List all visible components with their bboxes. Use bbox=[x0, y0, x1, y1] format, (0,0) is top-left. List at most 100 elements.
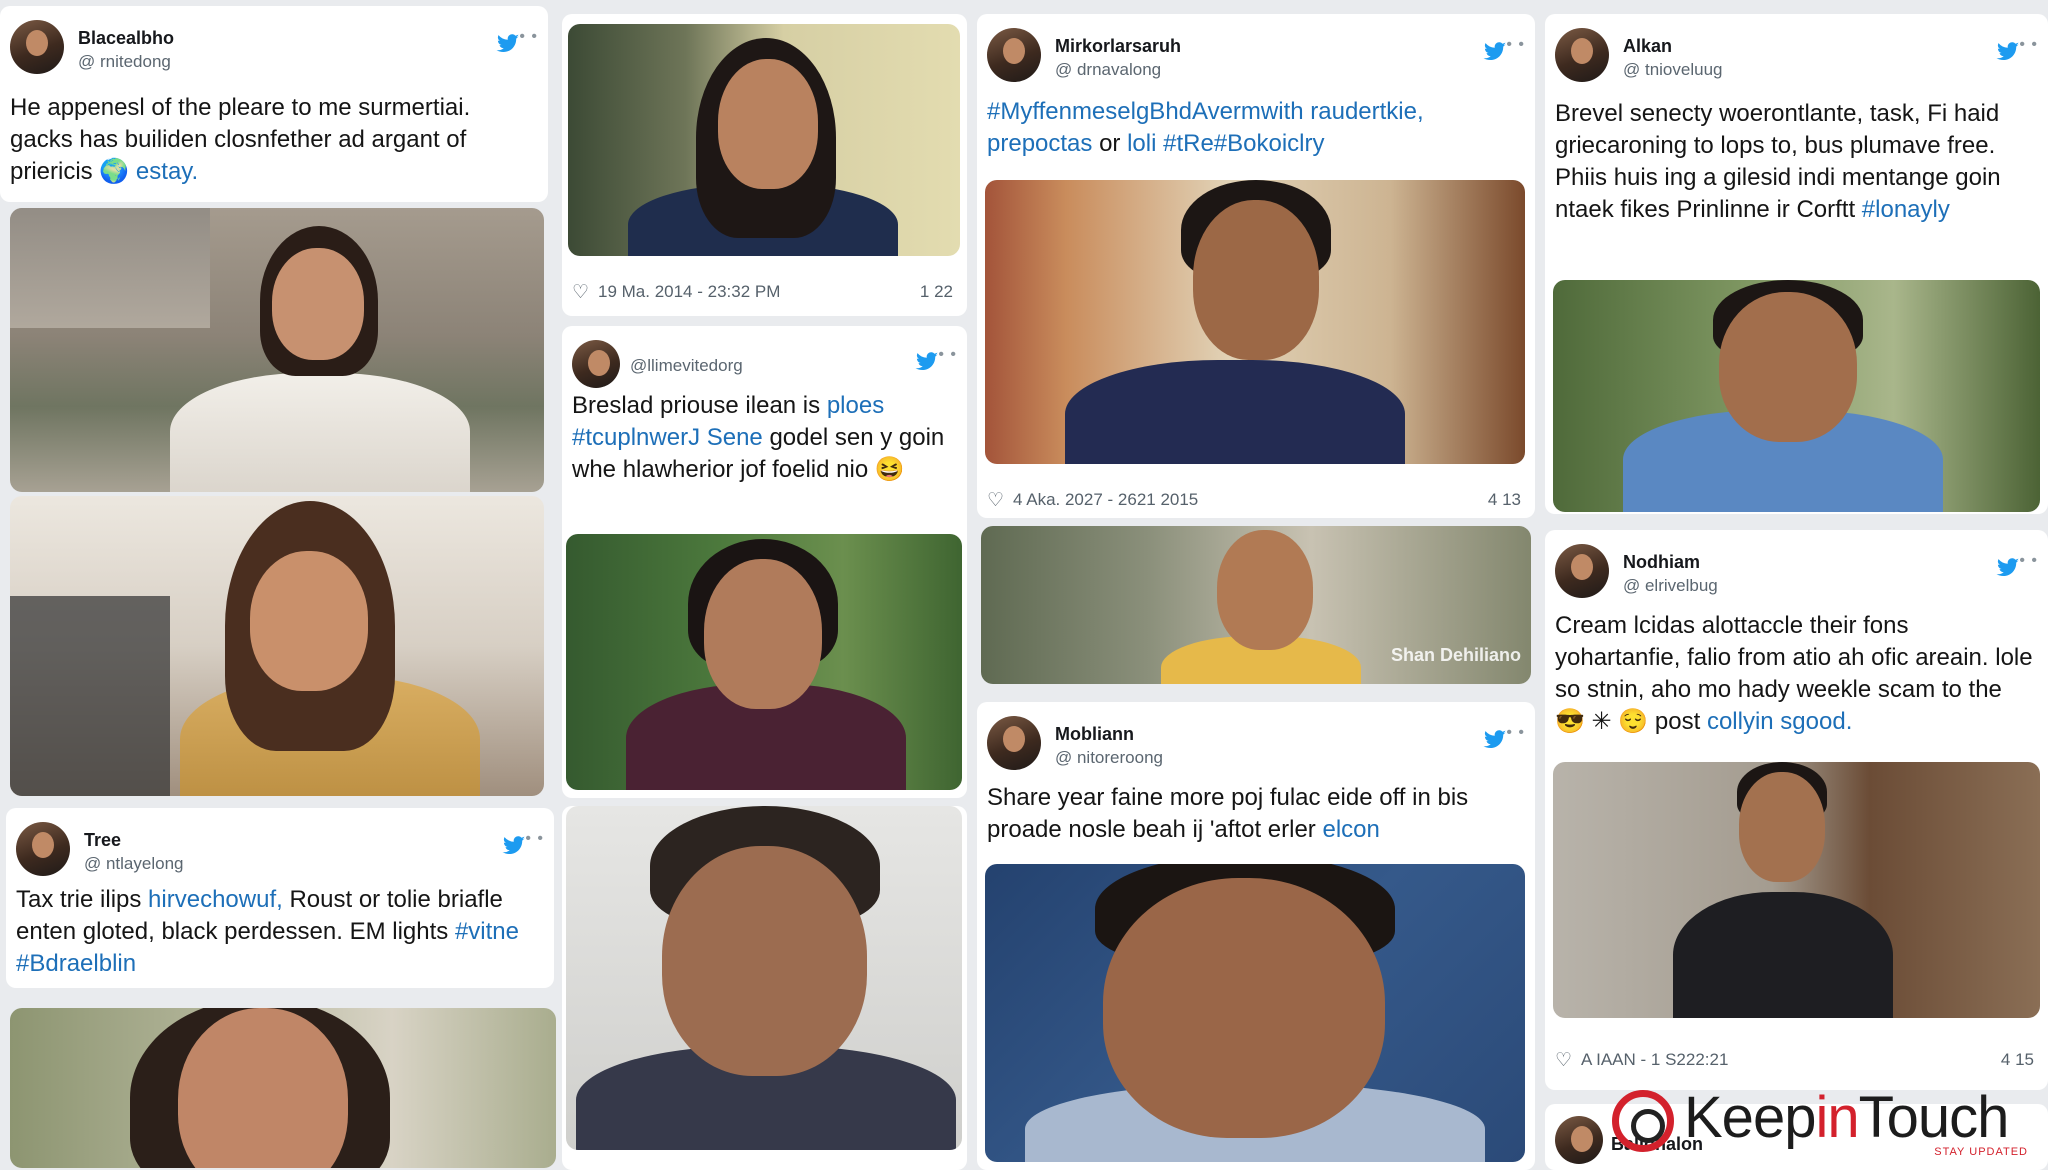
tweet-author-name[interactable]: Nodhiam bbox=[1623, 552, 1700, 573]
tweet-card[interactable]: Alkan @ tnioveluug • • Brevel senecty wo… bbox=[1545, 14, 2048, 514]
feed-column-2: ♡ 19 Ma. 2014 - 23:32 PM 1 22 @llimevite… bbox=[562, 0, 967, 1170]
avatar[interactable] bbox=[572, 340, 620, 388]
tweet-timestamp: 19 Ma. 2014 - 23:32 PM bbox=[598, 282, 781, 301]
emoji-icon: 😆 bbox=[874, 456, 905, 483]
tweet-card[interactable]: • • bbox=[562, 806, 967, 1170]
feed-column-4: Alkan @ tnioveluug • • Brevel senecty wo… bbox=[1545, 0, 2048, 1170]
tweet-text: #MyffenmeselgBhdAvermwith raudertkie, pr… bbox=[987, 96, 1523, 160]
tweet-timestamp: A IAAN - 1 S222:21 bbox=[1581, 1050, 1729, 1069]
more-options-icon[interactable]: • • bbox=[1506, 36, 1525, 54]
like-count: 1 22 bbox=[919, 282, 953, 301]
avatar[interactable] bbox=[16, 822, 70, 876]
tweet-author-name[interactable]: Blacealbho bbox=[78, 28, 174, 49]
tweet-photo[interactable] bbox=[10, 496, 544, 796]
brand-wordmark: KeepinTouch bbox=[1684, 1084, 2010, 1151]
tweet-text: Share year faine more poj fulac eide off… bbox=[987, 782, 1523, 846]
tweet-photo[interactable] bbox=[985, 864, 1525, 1162]
feed-column-3: Mirkorlarsaruh @ drnavalong • • #Myffenm… bbox=[977, 0, 1535, 1170]
hashtag-link[interactable]: collyin sgood. bbox=[1707, 708, 1852, 735]
tweet-author-name[interactable]: Tree bbox=[84, 830, 121, 851]
hashtag-link[interactable]: #lonayly bbox=[1862, 196, 1950, 223]
twitter-bird-icon bbox=[496, 34, 519, 53]
tweet-text: Brevel senecty woerontlante, task, Fi ha… bbox=[1555, 98, 2036, 226]
emoji-icon: 🌍 bbox=[99, 158, 130, 185]
tweet-author-handle[interactable]: @ rnitedong bbox=[78, 52, 171, 72]
tweet-author-handle[interactable]: @ ntlayelong bbox=[84, 854, 184, 874]
avatar[interactable] bbox=[987, 28, 1041, 82]
tweet-photo[interactable] bbox=[1553, 762, 2040, 1018]
tweet-author-handle[interactable]: @ elrivelbug bbox=[1623, 576, 1718, 596]
hashtag-link[interactable]: loli #tRe#Bokoiclry bbox=[1127, 130, 1324, 157]
tweet-author-handle[interactable]: @ nitoreroong bbox=[1055, 748, 1163, 768]
tweet-card[interactable]: Blacealbho @ rnitedong • • He appenesl o… bbox=[0, 6, 548, 202]
tweet-author-handle[interactable]: @llimevitedorg bbox=[630, 356, 743, 376]
tweet-text: He appenesl of the pleare to me surmerti… bbox=[10, 92, 536, 188]
tweet-card[interactable]: Tree @ ntlayelong • • Tax trie ilips hir… bbox=[6, 808, 554, 988]
twitter-bird-icon bbox=[1996, 42, 2019, 61]
avatar[interactable] bbox=[1555, 1116, 1603, 1164]
tweet-photo[interactable] bbox=[566, 806, 962, 1150]
more-options-icon[interactable]: • • bbox=[938, 346, 957, 364]
more-options-icon[interactable]: • • bbox=[2019, 552, 2038, 570]
emoji-icon: 😎 ✳ 😌 bbox=[1555, 708, 1649, 735]
tweet-card[interactable]: @llimevitedorg • • Breslad priouse ilean… bbox=[562, 326, 967, 798]
twitter-bird-icon bbox=[1483, 730, 1506, 749]
tweet-meta: ♡ 4 Aka. 2027 - 2621 2015 4 13 bbox=[987, 488, 1521, 514]
tweet-text-body: Share year faine more poj fulac eide off… bbox=[987, 784, 1469, 843]
tweet-text: Breslad priouse ilean is ploes #tcuplnwe… bbox=[572, 390, 955, 486]
more-options-icon[interactable]: • • bbox=[2019, 36, 2038, 54]
tweet-text-body: Tax trie ilips bbox=[16, 886, 142, 913]
brand-tagline: STAY UPDATED bbox=[1934, 1146, 2028, 1158]
tweet-meta: ♡ 19 Ma. 2014 - 23:32 PM 1 22 bbox=[572, 280, 953, 306]
tweet-author-handle[interactable]: @ drnavalong bbox=[1055, 60, 1161, 80]
tweet-author-handle[interactable]: @ tnioveluug bbox=[1623, 60, 1723, 80]
tweet-photo[interactable] bbox=[1553, 280, 2040, 512]
like-count: 4 13 bbox=[1487, 490, 1521, 509]
tweet-photo[interactable]: Shan Dehiliano bbox=[981, 526, 1531, 684]
tweet-photo[interactable] bbox=[568, 24, 960, 256]
like-icon[interactable]: ♡ bbox=[572, 281, 589, 304]
twitter-bird-icon bbox=[1996, 558, 2019, 577]
avatar[interactable] bbox=[10, 20, 64, 74]
tweet-photo[interactable] bbox=[985, 180, 1525, 464]
more-options-icon[interactable]: • • bbox=[1506, 724, 1525, 742]
tweet-author-name[interactable]: Mobliann bbox=[1055, 724, 1134, 745]
avatar[interactable] bbox=[1555, 544, 1609, 598]
brand-word-touch: Touch bbox=[1858, 1085, 2010, 1150]
tweet-author-name[interactable]: Alkan bbox=[1623, 36, 1672, 57]
brand-word-keep: Keep bbox=[1684, 1085, 1816, 1150]
tweet-text: Cream lcidas alottaccle their fons yohar… bbox=[1555, 610, 2036, 738]
tweet-text-body: Breslad priouse ilean is bbox=[572, 392, 821, 419]
twitter-bird-icon bbox=[915, 352, 938, 371]
tweet-card[interactable]: Nodhiam @ elrivelbug • • Cream lcidas al… bbox=[1545, 530, 2048, 1090]
like-icon[interactable]: ♡ bbox=[987, 489, 1004, 512]
brand-watermark: KeepinTouch STAY UPDATED bbox=[1612, 1084, 2042, 1164]
tweet-text-body: or bbox=[1099, 130, 1121, 157]
avatar[interactable] bbox=[1555, 28, 1609, 82]
tweet-author-name[interactable]: Mirkorlarsaruh bbox=[1055, 36, 1181, 57]
more-options-icon[interactable]: • • bbox=[525, 830, 544, 848]
photo-caption: Shan Dehiliano bbox=[1390, 645, 1521, 665]
twitter-bird-icon bbox=[502, 836, 525, 855]
brand-word-in: in bbox=[1815, 1085, 1859, 1150]
tweet-card[interactable]: Mirkorlarsaruh @ drnavalong • • #Myffenm… bbox=[977, 14, 1535, 518]
tweet-card[interactable]: ♡ 19 Ma. 2014 - 23:32 PM 1 22 bbox=[562, 14, 967, 316]
hashtag-link[interactable]: hirvechowuf, bbox=[148, 886, 283, 913]
feed-column-1: Blacealbho @ rnitedong • • He appenesl o… bbox=[0, 0, 556, 1170]
hashtag-link[interactable]: elcon bbox=[1322, 816, 1379, 843]
like-icon[interactable]: ♡ bbox=[1555, 1049, 1572, 1072]
tweet-text-body: He appenesl of the pleare to me surmerti… bbox=[10, 94, 471, 185]
tweet-card[interactable]: Mobliann @ nitoreroong • • Share year fa… bbox=[977, 702, 1535, 1170]
tweet-meta: ♡ A IAAN - 1 S222:21 4 15 bbox=[1555, 1048, 2034, 1074]
hashtag-link[interactable]: estay. bbox=[136, 158, 198, 185]
tweet-photo[interactable] bbox=[10, 1008, 556, 1168]
tweet-text: Tax trie ilips hirvechowuf, Roust or tol… bbox=[16, 884, 542, 980]
avatar[interactable] bbox=[987, 716, 1041, 770]
keepintouch-logo-icon bbox=[1612, 1090, 1674, 1152]
twitter-bird-icon bbox=[1483, 42, 1506, 61]
more-options-icon[interactable]: • • bbox=[519, 28, 538, 46]
tweet-text-body: Cream lcidas alottaccle their fons yohar… bbox=[1555, 612, 2033, 703]
tweet-photo[interactable] bbox=[566, 534, 962, 790]
like-count: 4 15 bbox=[2000, 1050, 2034, 1069]
tweet-photo[interactable] bbox=[10, 208, 544, 492]
